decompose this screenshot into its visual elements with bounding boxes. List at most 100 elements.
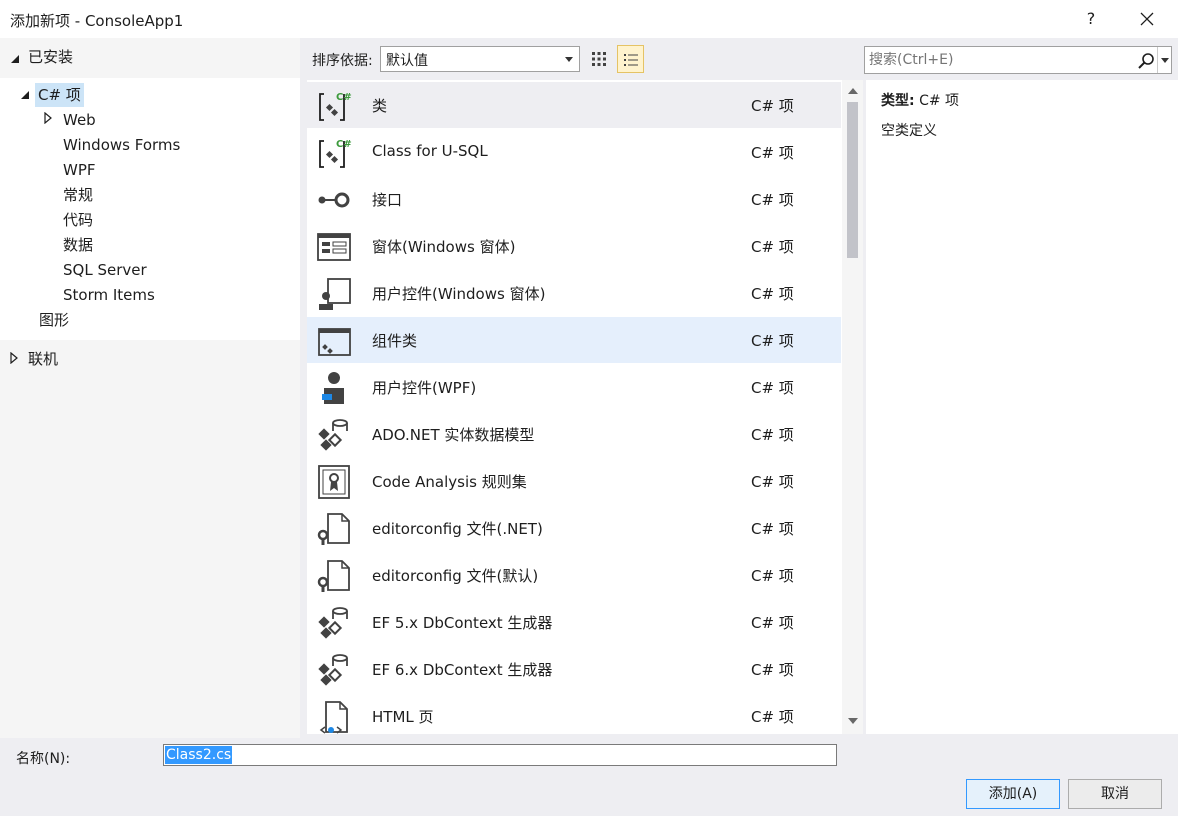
list-item[interactable]: 组件类 C# 项 bbox=[307, 317, 841, 363]
data-model-icon bbox=[318, 654, 348, 686]
list-view-button[interactable] bbox=[617, 45, 644, 73]
details-pane: 类型: C# 项 空类定义 bbox=[866, 80, 1178, 734]
sort-dropdown[interactable]: 默认值 bbox=[380, 46, 580, 72]
list-view-icon bbox=[624, 54, 638, 66]
list-item-name: Class for U-SQL bbox=[372, 142, 488, 160]
config-file-icon bbox=[317, 560, 350, 592]
list-item-name: HTML 页 bbox=[372, 708, 434, 726]
template-tree: 已安装 C# 项 Web Windows Forms WPF 常规 代码 数据 … bbox=[0, 38, 300, 738]
list-item[interactable]: EF 5.x DbContext 生成器 C# 项 bbox=[307, 599, 841, 645]
expand-triangle-icon bbox=[44, 112, 52, 124]
user-control-icon bbox=[319, 278, 351, 310]
collapse-triangle-icon bbox=[11, 55, 19, 63]
tree-node-sql-server[interactable]: SQL Server bbox=[63, 258, 147, 282]
list-item-language: C# 项 bbox=[751, 520, 794, 538]
list-item-name: 窗体(Windows 窗体) bbox=[372, 238, 516, 256]
scroll-up-icon[interactable] bbox=[848, 88, 858, 94]
name-input[interactable]: Class2.cs bbox=[163, 744, 837, 766]
tree-node-storm-items[interactable]: Storm Items bbox=[63, 283, 155, 307]
list-item[interactable]: EF 6.x DbContext 生成器 C# 项 bbox=[307, 646, 841, 692]
chevron-down-icon bbox=[565, 57, 573, 62]
tree-node-graphics[interactable]: 图形 bbox=[39, 308, 69, 332]
list-item[interactable]: 用户控件(Windows 窗体) C# 项 bbox=[307, 270, 841, 316]
list-item[interactable]: 用户控件(WPF) C# 项 bbox=[307, 364, 841, 410]
wpf-user-control-icon bbox=[322, 372, 344, 404]
config-file-icon bbox=[317, 513, 350, 545]
tree-node-general[interactable]: 常规 bbox=[63, 183, 93, 207]
search-input[interactable] bbox=[869, 50, 1129, 70]
details-type-label: 类型: bbox=[881, 93, 915, 109]
list-item-name: EF 6.x DbContext 生成器 bbox=[372, 661, 553, 679]
name-label: 名称(N): bbox=[16, 751, 71, 767]
tree-node-installed[interactable]: 已安装 bbox=[0, 42, 300, 72]
collapse-triangle-icon bbox=[21, 91, 29, 99]
list-scrollbar[interactable] bbox=[842, 80, 863, 734]
tree-node-csharp-items[interactable]: C# 项 bbox=[35, 83, 84, 107]
list-item-name: EF 5.x DbContext 生成器 bbox=[372, 614, 553, 632]
tree-node-web[interactable]: Web bbox=[63, 108, 96, 132]
list-item-name: 组件类 bbox=[372, 332, 418, 350]
list-item[interactable]: editorconfig 文件(.NET) C# 项 bbox=[307, 505, 841, 551]
help-button[interactable]: ? bbox=[1078, 6, 1104, 32]
list-item[interactable]: ADO.NET 实体数据模型 C# 项 bbox=[307, 411, 841, 457]
cancel-button[interactable]: 取消 bbox=[1068, 779, 1162, 809]
tree-node-wpf[interactable]: WPF bbox=[63, 158, 96, 182]
list-item-name: 类 bbox=[372, 97, 388, 115]
list-item-language: C# 项 bbox=[751, 285, 794, 303]
class-icon: C# bbox=[319, 139, 352, 168]
tree-node-windows-forms[interactable]: Windows Forms bbox=[63, 133, 180, 157]
tree-node-data[interactable]: 数据 bbox=[63, 233, 93, 257]
ruleset-icon bbox=[318, 465, 350, 499]
svg-text:C#: C# bbox=[336, 92, 352, 103]
close-button[interactable] bbox=[1130, 4, 1164, 34]
list-item-language: C# 项 bbox=[751, 144, 794, 162]
list-item-language: C# 项 bbox=[751, 191, 794, 209]
list-item-name: Code Analysis 规则集 bbox=[372, 473, 527, 491]
list-item[interactable]: editorconfig 文件(默认) C# 项 bbox=[307, 552, 841, 598]
tree-node-code[interactable]: 代码 bbox=[63, 208, 93, 232]
search-options-dropdown[interactable] bbox=[1157, 47, 1171, 73]
bottom-bar: 名称(N): Class2.cs 添加(A) 取消 bbox=[0, 738, 1178, 816]
list-item-language: C# 项 bbox=[751, 661, 794, 679]
list-item[interactable]: HTML 页 C# 项 bbox=[307, 693, 841, 734]
list-item-language: C# 项 bbox=[751, 473, 794, 491]
list-item-language: C# 项 bbox=[751, 97, 794, 115]
list-item-name: editorconfig 文件(默认) bbox=[372, 567, 539, 585]
list-item[interactable]: 接口 C# 项 bbox=[307, 176, 841, 222]
tree-node-online-label: 联机 bbox=[28, 350, 59, 368]
list-item[interactable]: C# 类 C# 项 bbox=[307, 82, 841, 128]
interface-icon bbox=[318, 192, 350, 208]
scroll-down-icon[interactable] bbox=[848, 718, 858, 724]
data-model-icon bbox=[318, 419, 348, 451]
class-icon: C# bbox=[319, 92, 352, 121]
search-box[interactable] bbox=[864, 46, 1172, 74]
data-model-icon bbox=[318, 607, 348, 639]
name-input-value: Class2.cs bbox=[165, 746, 233, 764]
add-button[interactable]: 添加(A) bbox=[966, 779, 1060, 809]
grid-view-button[interactable] bbox=[586, 45, 613, 73]
details-description: 空类定义 bbox=[881, 123, 937, 139]
svg-text:C#: C# bbox=[336, 139, 352, 150]
title-bar: 添加新项 - ConsoleApp1 ? bbox=[0, 0, 1178, 38]
list-item-language: C# 项 bbox=[751, 238, 794, 256]
html-page-icon bbox=[319, 701, 348, 734]
close-icon bbox=[1140, 12, 1154, 26]
grid-view-icon bbox=[592, 52, 606, 66]
list-item-language: C# 项 bbox=[751, 567, 794, 585]
list-item[interactable]: 窗体(Windows 窗体) C# 项 bbox=[307, 223, 841, 269]
form-icon bbox=[317, 233, 351, 261]
list-item-name: 用户控件(Windows 窗体) bbox=[372, 285, 546, 303]
expand-triangle-icon bbox=[10, 352, 18, 364]
list-item-name: editorconfig 文件(.NET) bbox=[372, 520, 543, 538]
scrollbar-thumb[interactable] bbox=[847, 102, 858, 258]
list-item-language: C# 项 bbox=[751, 708, 794, 726]
list-item[interactable]: Code Analysis 规则集 C# 项 bbox=[307, 458, 841, 504]
tree-node-online[interactable]: 联机 bbox=[0, 344, 300, 372]
list-item-name: ADO.NET 实体数据模型 bbox=[372, 426, 535, 444]
search-icon[interactable] bbox=[1135, 50, 1157, 72]
details-type-value: C# 项 bbox=[919, 93, 960, 109]
list-item-name: 接口 bbox=[372, 191, 403, 209]
list-item-language: C# 项 bbox=[751, 332, 794, 350]
list-item[interactable]: C# Class for U-SQL C# 项 bbox=[307, 129, 841, 175]
details-type: 类型: C# 项 bbox=[881, 90, 959, 110]
